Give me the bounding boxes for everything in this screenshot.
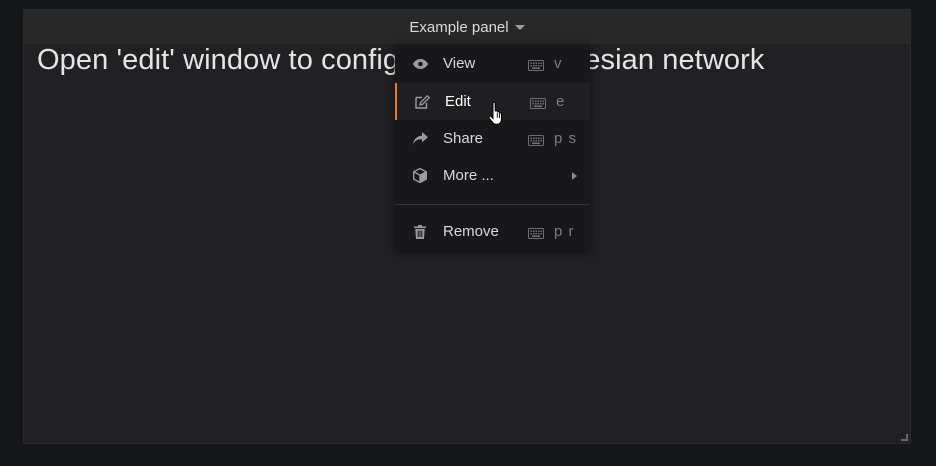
- menu-item-shortcut: p r: [554, 223, 575, 240]
- menu-item-view[interactable]: View v: [395, 45, 590, 82]
- share-icon: [412, 131, 428, 147]
- eye-icon: [412, 56, 428, 72]
- trash-icon: [412, 224, 428, 240]
- panel-title: Example panel: [409, 18, 509, 36]
- menu-item-more[interactable]: More ...: [395, 157, 590, 194]
- hand-pointer-cursor-icon: [488, 101, 506, 127]
- menu-item-label: View: [443, 55, 476, 72]
- menu-item-shortcut: v: [554, 55, 563, 72]
- menu-item-label: Remove: [443, 223, 499, 240]
- caret-down-icon: [514, 25, 525, 30]
- keyboard-icon: [530, 96, 546, 109]
- menu-item-label: Share: [443, 130, 484, 147]
- panel-dropdown-menu: View v Edit e Share p s More ... Remove …: [395, 44, 590, 250]
- menu-item-shortcut: e: [556, 93, 566, 110]
- menu-divider: [395, 204, 590, 205]
- menu-item-label: Edit: [445, 93, 471, 110]
- panel-header: Example panel: [24, 10, 910, 44]
- keyboard-icon: [528, 58, 544, 71]
- panel-title-menu-trigger[interactable]: Example panel: [409, 10, 525, 44]
- menu-item-shortcut: p s: [554, 130, 578, 147]
- resize-handle[interactable]: [901, 434, 908, 441]
- chevron-right-icon: [572, 171, 577, 180]
- keyboard-icon: [528, 133, 544, 146]
- edit-icon: [414, 94, 430, 110]
- cube-icon: [412, 168, 428, 184]
- menu-item-label: More ...: [443, 167, 494, 184]
- menu-item-remove[interactable]: Remove p r: [395, 213, 590, 250]
- keyboard-icon: [528, 226, 544, 239]
